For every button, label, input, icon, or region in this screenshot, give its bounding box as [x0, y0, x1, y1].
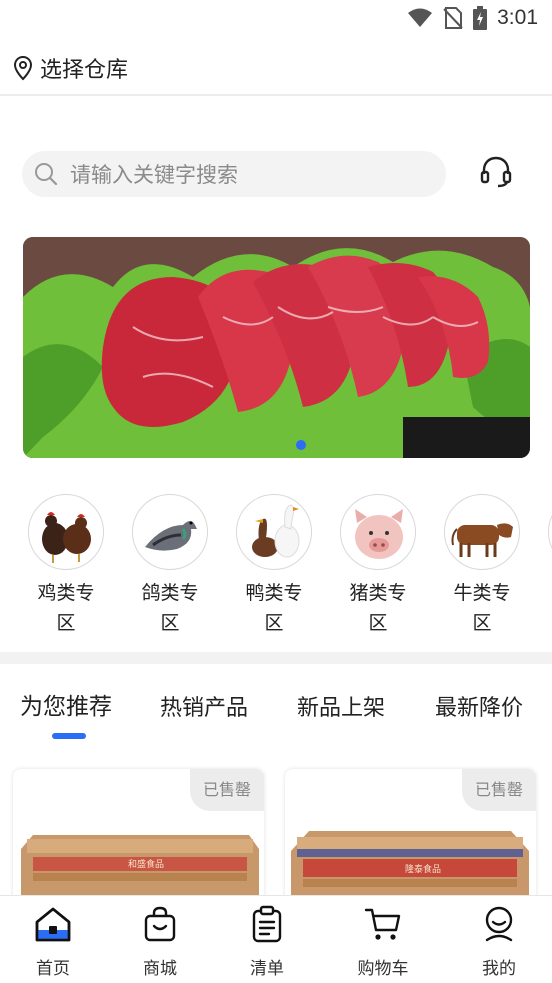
- no-sim-icon: [443, 7, 463, 29]
- banner-indicator-dot[interactable]: [296, 440, 306, 450]
- tab-hot-products[interactable]: 热销产品: [160, 690, 248, 722]
- search-icon: [35, 163, 58, 186]
- nav-label: 商城: [143, 959, 177, 979]
- category-label: 鸡类专区: [37, 582, 95, 634]
- tab-recommended[interactable]: 为您推荐: [20, 687, 112, 721]
- tab-price-drop[interactable]: 最新降价: [435, 690, 523, 722]
- shopping-bag-icon: [144, 906, 176, 942]
- nav-item-home[interactable]: 首页: [13, 904, 93, 979]
- nav-item-cart[interactable]: 购物车: [343, 904, 423, 979]
- category-label: 鸽类专区: [141, 582, 199, 634]
- sold-out-badge: 已售罄: [190, 769, 264, 811]
- warehouse-label: 选择仓库: [40, 58, 129, 83]
- bottom-nav: 首页 商城 清单 购物车 我的: [0, 895, 552, 983]
- chicken-icon: [28, 494, 104, 570]
- status-bar: 3:01: [0, 0, 552, 40]
- category-partial-circle: [548, 494, 552, 570]
- home-icon: [35, 907, 71, 942]
- customer-service-button[interactable]: [478, 154, 514, 190]
- nav-item-list[interactable]: 清单: [227, 904, 307, 979]
- tab-new-arrivals[interactable]: 新品上架: [297, 690, 385, 722]
- user-icon: [485, 906, 513, 942]
- pigeon-icon: [132, 494, 208, 570]
- wifi-icon: [408, 8, 433, 27]
- category-item-partial[interactable]: [534, 494, 552, 570]
- nav-label: 清单: [250, 959, 284, 979]
- category-label: 牛类专区: [453, 582, 511, 634]
- status-time: 3:01: [497, 6, 538, 29]
- search-placeholder: 请输入关键字搜索: [70, 163, 238, 187]
- duck-icon: [236, 494, 312, 570]
- category-label: 猪类专区: [349, 582, 407, 634]
- nav-item-mine[interactable]: 我的: [459, 904, 539, 979]
- location-pin-icon: [13, 55, 33, 81]
- category-list: 鸡类专区 鸽类专区 鸭类专区 猪类专区 牛类专区: [0, 494, 552, 644]
- battery-charging-icon: [473, 6, 488, 30]
- cow-icon: [444, 494, 520, 570]
- header: 选择仓库: [0, 40, 552, 96]
- clipboard-list-icon: [252, 905, 282, 943]
- app-screen: 3:01 选择仓库 请输入关键字搜索 鸡类专区 鸽类专区 鸭类专区 猪类专区 牛…: [0, 0, 552, 983]
- nav-label: 我的: [482, 959, 516, 979]
- svg-text:和盛食品: 和盛食品: [128, 858, 164, 870]
- nav-item-mall[interactable]: 商城: [120, 904, 200, 979]
- category-label: 鸭类专区: [245, 582, 303, 634]
- nav-label: 首页: [36, 959, 70, 979]
- category-item-chicken[interactable]: 鸡类专区: [14, 494, 118, 638]
- category-item-pig[interactable]: 猪类专区: [326, 494, 430, 638]
- category-item-pigeon[interactable]: 鸽类专区: [118, 494, 222, 638]
- product-card[interactable]: 和盛食品 已售罄: [13, 769, 264, 909]
- category-item-cow[interactable]: 牛类专区: [430, 494, 534, 638]
- headset-icon: [480, 156, 512, 188]
- cart-icon: [364, 908, 401, 940]
- sold-out-badge: 已售罄: [462, 769, 536, 811]
- pig-icon: [340, 494, 416, 570]
- svg-text:隆泰食品: 隆泰食品: [405, 863, 441, 875]
- select-warehouse-button[interactable]: 选择仓库: [12, 52, 128, 84]
- nav-label: 购物车: [357, 959, 409, 979]
- tab-active-indicator: [52, 733, 86, 739]
- banner-image: [23, 237, 530, 458]
- search-input[interactable]: 请输入关键字搜索: [22, 151, 446, 197]
- product-card[interactable]: 隆泰食品 已售罄: [285, 769, 536, 909]
- promo-banner[interactable]: [23, 237, 530, 458]
- status-icons: 3:01: [407, 6, 538, 30]
- category-item-duck[interactable]: 鸭类专区: [222, 494, 326, 638]
- section-divider: [0, 652, 552, 664]
